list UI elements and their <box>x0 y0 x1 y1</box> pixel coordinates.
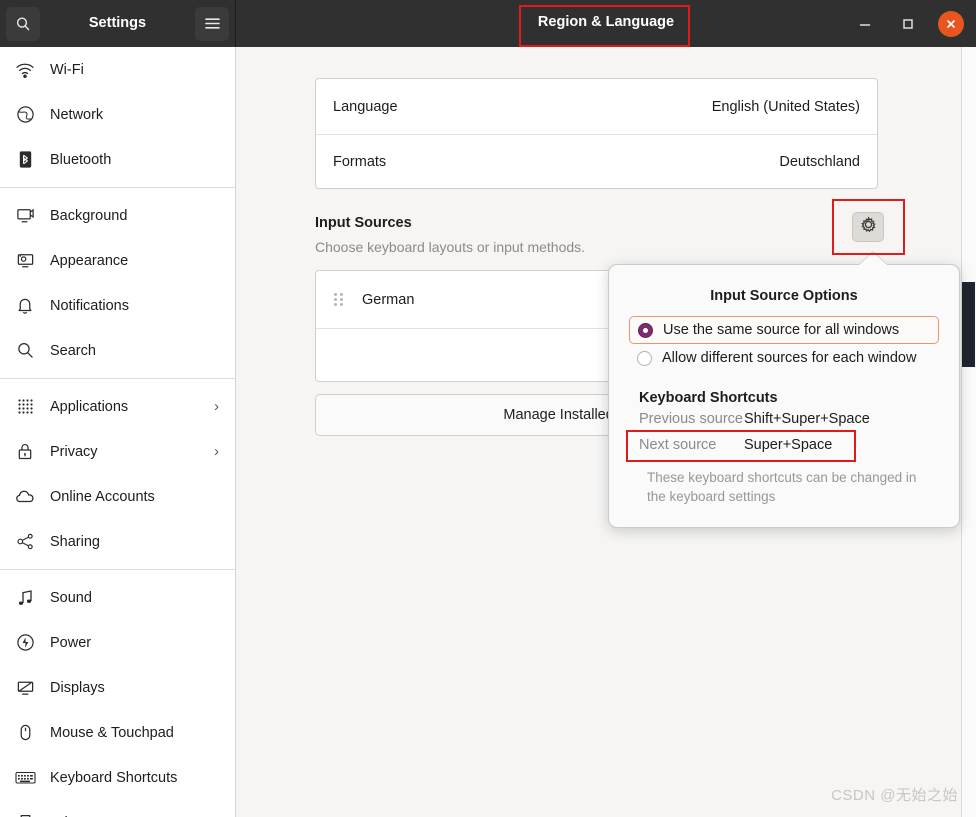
cloud-icon <box>14 486 36 508</box>
sidebar-item-search[interactable]: Search <box>0 328 235 373</box>
music-note-icon <box>14 587 36 609</box>
sidebar-item-sound[interactable]: Sound <box>0 575 235 620</box>
network-globe-icon <box>14 104 36 126</box>
sidebar-item-label: Background <box>50 207 128 224</box>
drag-handle-icon[interactable] <box>334 292 344 307</box>
radio-label: Allow different sources for each window <box>662 350 917 366</box>
sidebar-item-label: Sharing <box>50 533 100 550</box>
input-source-options-popover: Input Source Options Use the same source… <box>608 264 960 528</box>
shortcut-row-previous-source: Previous source Shift+Super+Space <box>639 406 959 432</box>
sidebar-item-network[interactable]: Network <box>0 92 235 137</box>
locale-frame: Language English (United States) Formats… <box>315 78 878 189</box>
language-value: English (United States) <box>711 98 860 115</box>
titlebar-sidebar-section: Settings <box>0 0 236 47</box>
input-source-name: German <box>362 291 415 308</box>
sidebar-item-power[interactable]: Power <box>0 620 235 665</box>
share-nodes-icon <box>14 531 36 553</box>
keyboard-icon <box>14 767 36 789</box>
sidebar-item-label: Applications <box>50 398 129 415</box>
printer-icon <box>14 812 36 817</box>
sidebar-item-label: Search <box>50 342 96 359</box>
sidebar-item-sharing[interactable]: Sharing <box>0 519 235 564</box>
input-sources-subtitle: Choose keyboard layouts or input methods… <box>315 239 586 255</box>
titlebar-content-section: Region & Language <box>236 0 976 47</box>
search-icon <box>14 340 36 362</box>
keyboard-shortcuts-heading: Keyboard Shortcuts <box>639 390 778 406</box>
window-scrollbar-thumb[interactable] <box>962 282 975 367</box>
sidebar-item-background[interactable]: Background <box>0 193 235 238</box>
apps-grid-icon <box>14 396 36 418</box>
input-sources-title: Input Sources <box>315 215 412 231</box>
sidebar-item-privacy[interactable]: Privacy › <box>0 429 235 474</box>
sidebar-item-label: Displays <box>50 679 105 696</box>
radio-same-source-all-windows[interactable]: Use the same source for all windows <box>629 316 939 344</box>
formats-label: Formats <box>333 154 387 170</box>
sidebar-item-notifications[interactable]: Notifications <box>0 283 235 328</box>
popover-title: Input Source Options <box>710 288 858 304</box>
close-button[interactable] <box>938 10 964 37</box>
sidebar-item-label: Keyboard Shortcuts <box>50 769 178 786</box>
sidebar-item-label: Mouse & Touchpad <box>50 724 174 741</box>
keyboard-shortcuts-note: These keyboard shortcuts can be changed … <box>647 470 917 504</box>
sidebar-item-label: Appearance <box>50 252 129 269</box>
shortcut-name: Next source <box>639 437 717 453</box>
shortcut-keys: Shift+Super+Space <box>744 411 870 427</box>
lock-icon <box>14 441 36 463</box>
sidebar-item-label: Online Accounts <box>50 488 155 505</box>
sidebar-item-label: Power <box>50 634 92 651</box>
sidebar: Wi-Fi Network Bluetooth Background Appea… <box>0 47 236 817</box>
sidebar-item-displays[interactable]: Displays <box>0 665 235 710</box>
sidebar-item-keyboard-shortcuts[interactable]: Keyboard Shortcuts <box>0 755 235 800</box>
settings-window: Settings Region & Language Wi-Fi Network… <box>0 0 976 817</box>
sidebar-item-bluetooth[interactable]: Bluetooth <box>0 137 235 182</box>
sidebar-item-mouse-touchpad[interactable]: Mouse & Touchpad <box>0 710 235 755</box>
sidebar-separator <box>0 187 235 188</box>
display-icon <box>14 677 36 699</box>
shortcut-keys: Super+Space <box>744 437 833 453</box>
hamburger-menu-button[interactable] <box>195 6 229 41</box>
sidebar-item-printers[interactable]: Printers <box>0 800 235 817</box>
sidebar-item-wifi[interactable]: Wi-Fi <box>0 47 235 92</box>
shortcut-name: Previous source <box>639 411 743 427</box>
radio-button-icon[interactable] <box>637 350 652 366</box>
sidebar-item-label: Sound <box>50 589 92 606</box>
chevron-right-icon: › <box>214 398 219 415</box>
minimize-button[interactable] <box>852 11 878 37</box>
gear-icon <box>860 216 877 238</box>
sidebar-item-label: Network <box>50 106 104 123</box>
bell-icon <box>14 295 36 317</box>
maximize-button[interactable] <box>895 11 921 37</box>
sidebar-item-label: Bluetooth <box>50 151 112 168</box>
sidebar-separator <box>0 569 235 570</box>
power-icon <box>14 632 36 654</box>
sidebar-item-label: Notifications <box>50 297 129 314</box>
shortcut-row-next-source: Next source Super+Space <box>639 432 959 458</box>
wifi-icon <box>14 59 36 81</box>
radio-label: Use the same source for all windows <box>663 322 900 338</box>
search-button[interactable] <box>6 6 40 41</box>
window-scrollbar-track[interactable] <box>961 47 976 817</box>
chevron-right-icon: › <box>214 443 219 460</box>
sidebar-item-online-accounts[interactable]: Online Accounts <box>0 474 235 519</box>
popover-arrow <box>859 252 887 265</box>
radio-button-selected-icon[interactable] <box>638 322 653 338</box>
formats-row[interactable]: Formats Deutschland <box>316 134 877 189</box>
sidebar-item-applications[interactable]: Applications › <box>0 384 235 429</box>
language-label: Language <box>333 98 398 115</box>
radio-different-sources-each-window[interactable]: Allow different sources for each window <box>629 344 939 372</box>
sidebar-item-appearance[interactable]: Appearance <box>0 238 235 283</box>
bluetooth-icon <box>14 149 36 171</box>
background-monitor-icon <box>14 205 36 227</box>
mouse-icon <box>14 722 36 744</box>
sidebar-item-label: Wi-Fi <box>50 61 84 78</box>
formats-value: Deutschland <box>779 154 860 170</box>
sidebar-item-label: Privacy <box>50 443 98 460</box>
appearance-icon <box>14 250 36 272</box>
sidebar-separator <box>0 378 235 379</box>
input-source-options-button[interactable] <box>852 212 884 242</box>
language-row[interactable]: Language English (United States) <box>316 79 877 134</box>
window-controls <box>852 0 964 47</box>
titlebar: Settings Region & Language <box>0 0 976 47</box>
